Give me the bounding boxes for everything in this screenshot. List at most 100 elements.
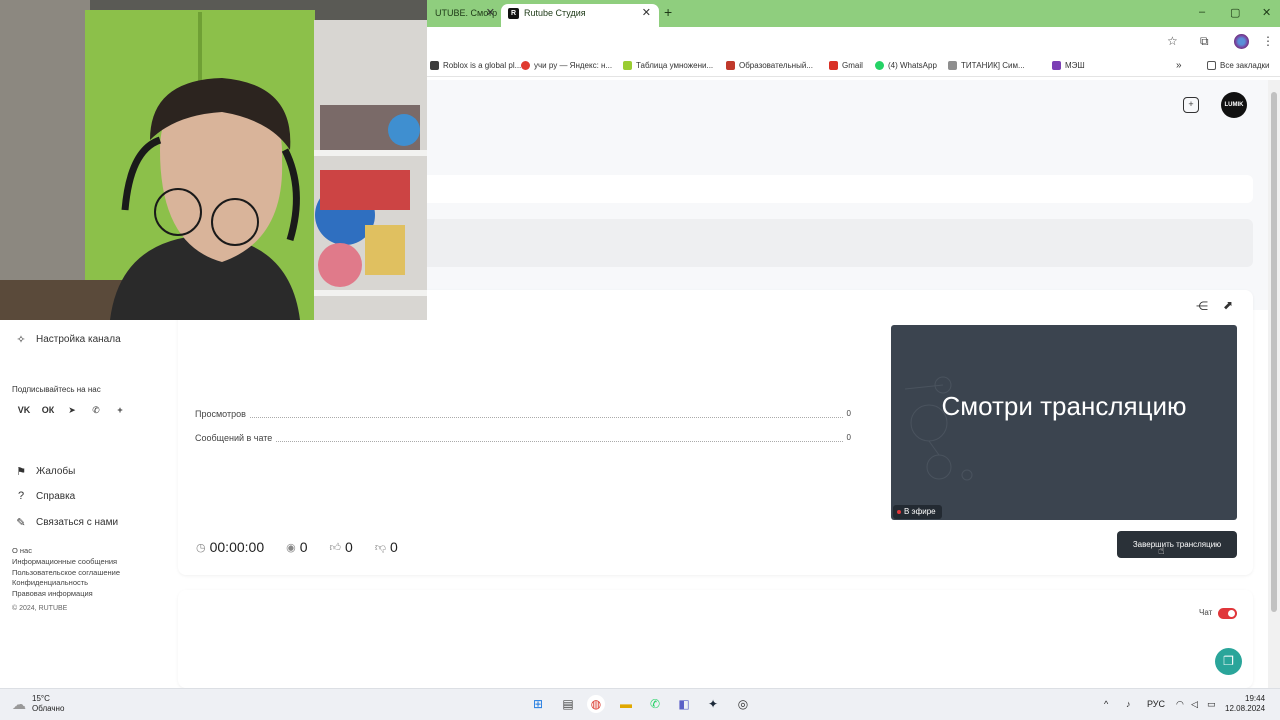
whatsapp-icon[interactable]: ✆	[646, 695, 664, 713]
live-badge: В эфире	[893, 505, 942, 519]
footer-link-privacy[interactable]: Конфиденциальность	[12, 578, 88, 588]
steam-icon[interactable]: ✦	[704, 695, 722, 713]
bookmark-item[interactable]: Образовательный...	[726, 60, 813, 72]
social-links: VK ОК ➤ ✆ +	[12, 405, 132, 416]
hand-cursor-icon: ☝	[1158, 545, 1165, 557]
bookmark-item[interactable]: МЭШ	[1052, 60, 1085, 72]
more-socials-icon[interactable]: +	[108, 405, 132, 416]
scroll-thumb[interactable]	[1271, 92, 1277, 612]
browser-menu-icon[interactable]: ⋮	[1262, 34, 1274, 48]
obs-icon[interactable]: ◎	[734, 695, 752, 713]
system-clock[interactable]: 19:44 12.08.2024	[1225, 694, 1265, 714]
webcam-overlay	[0, 0, 427, 320]
duration-counter: ◷ 00:00:00	[196, 539, 264, 555]
wifi-icon[interactable]: ◠	[1176, 699, 1184, 710]
folder-icon[interactable]: ▬	[617, 695, 635, 713]
browser-profile-avatar[interactable]	[1234, 34, 1249, 49]
stat-label: Просмотров	[195, 409, 249, 419]
windows-start-icon[interactable]: ⊞	[529, 695, 547, 713]
open-external-icon[interactable]: ⬈	[1223, 298, 1233, 312]
mesh-icon	[1052, 61, 1061, 71]
viber-icon[interactable]: ✆	[84, 405, 108, 416]
minimize-icon[interactable]: –	[1199, 6, 1205, 18]
sidebar-item-label: Связаться с нами	[36, 517, 119, 528]
tab-rutube-studio[interactable]: R Rutube Студия ✕	[501, 4, 659, 27]
stat-value: 0	[843, 409, 851, 418]
ok-icon[interactable]: ОК	[36, 405, 60, 416]
tab-rutube-watch[interactable]: UTUBE. Смотр ✕	[427, 4, 499, 27]
new-tab-icon[interactable]: +	[664, 4, 672, 20]
bookmark-favicon-icon	[948, 61, 957, 71]
clock-date: 12.08.2024	[1225, 704, 1266, 713]
battery-icon[interactable]: ▭	[1207, 699, 1216, 710]
bookmarks-overflow-icon[interactable]: »	[1176, 60, 1182, 72]
stream-counters: ◷ 00:00:00 ◉ 0 👍︎ 0 👎︎ 0	[196, 539, 420, 555]
follow-us-label: Подписывайтесь на нас	[12, 385, 101, 394]
stream-preview[interactable]: Смотри трансляцию В эфире	[891, 325, 1237, 520]
add-content-icon[interactable]: +	[1183, 97, 1199, 113]
flag-icon: ⚑	[16, 466, 26, 478]
likes-counter: 👍︎ 0	[330, 539, 353, 555]
leader-dots	[195, 441, 851, 442]
footer-link-legal[interactable]: Правовая информация	[12, 589, 93, 599]
bookmark-star-icon[interactable]: ☆	[1167, 34, 1178, 48]
stat-value: 0	[843, 433, 851, 442]
tab-label: Rutube Студия	[524, 8, 586, 18]
os-taskbar: ☁ 15°C Облачно ⊞ ▤ ◍ ▬ ✆ ◧ ✦ ◎ ^ ♪ РУС ◠…	[0, 688, 1280, 720]
maximize-icon[interactable]: ▢	[1230, 6, 1240, 19]
tab-close-icon[interactable]: ✕	[486, 4, 495, 23]
bookmark-favicon-icon	[726, 61, 735, 71]
help-icon: ?	[17, 490, 25, 502]
tab-close-icon[interactable]: ✕	[642, 4, 651, 23]
bookmark-label: Roblox is a global pl...	[443, 61, 522, 70]
sidebar-item-help[interactable]: ? Справка	[12, 490, 75, 502]
bookmark-favicon-icon	[521, 61, 530, 71]
vk-icon[interactable]: VK	[12, 405, 36, 416]
pencil-icon: ✎	[16, 517, 26, 529]
chrome-icon[interactable]: ◍	[587, 695, 605, 713]
footer-link-about[interactable]: О нас	[12, 546, 32, 556]
sidebar-item-complaints[interactable]: ⚑ Жалобы	[12, 465, 75, 478]
all-bookmarks-button[interactable]: Все закладки	[1207, 60, 1269, 72]
end-stream-button[interactable]: Завершить трансляцию	[1117, 531, 1237, 558]
sidebar-item-channel-settings[interactable]: ✧ Настройка канала	[12, 333, 120, 346]
extensions-icon[interactable]: ⧉	[1200, 34, 1209, 49]
weather-widget[interactable]: ☁ 15°C Облачно	[12, 694, 64, 714]
sidebar-item-label: Справка	[36, 490, 76, 502]
bookmark-item[interactable]: учи ру — Яндекс: н...	[521, 60, 612, 72]
teams-icon[interactable]: ◧	[675, 695, 693, 713]
share-icon[interactable]: ⋲	[1196, 299, 1208, 313]
thumbs-down-icon: 👎︎	[374, 541, 386, 554]
file-manager-icon[interactable]: ▤	[559, 695, 577, 713]
sidebar: ✧ Настройка канала Подписывайтесь на нас…	[0, 320, 178, 688]
volume-icon[interactable]: ◁	[1191, 699, 1198, 710]
magic-wand-icon: ✧	[16, 334, 26, 346]
all-bookmarks-label: Все закладки	[1220, 61, 1270, 70]
footer-link-info[interactable]: Информационные сообщения	[12, 557, 117, 567]
support-chat-icon[interactable]: ❐	[1215, 648, 1242, 675]
dislikes-value: 0	[389, 539, 398, 555]
preview-decoration	[904, 376, 973, 481]
microphone-icon[interactable]: ♪	[1126, 699, 1131, 709]
stat-chat-messages: Сообщений в чате 0	[195, 433, 851, 445]
bookmark-item[interactable]: Таблица умножени...	[623, 60, 713, 72]
bookmark-item[interactable]: ТИТАНИК] Сим...	[948, 60, 1025, 72]
bookmark-item[interactable]: Roblox is a global pl...	[430, 60, 521, 72]
duration-value: 00:00:00	[209, 539, 265, 555]
close-window-icon[interactable]: ✕	[1262, 6, 1271, 19]
chat-toggle[interactable]	[1218, 608, 1237, 619]
bookmark-item[interactable]: (4) WhatsApp	[875, 60, 937, 72]
leader-dots	[195, 417, 851, 418]
footer-link-terms[interactable]: Пользовательское соглашение	[12, 568, 120, 578]
address-bar[interactable]	[428, 31, 1190, 52]
weather-text: 15°C Облачно	[32, 694, 64, 714]
sidebar-item-contact[interactable]: ✎ Связаться с нами	[12, 516, 118, 529]
page-scrollbar[interactable]	[1268, 80, 1280, 688]
telegram-icon[interactable]: ➤	[60, 405, 84, 416]
clock-icon: ◷	[196, 541, 206, 554]
user-avatar[interactable]: LUMIK	[1221, 92, 1247, 118]
tray-overflow-icon[interactable]: ^	[1104, 699, 1108, 709]
language-indicator[interactable]: РУС	[1147, 699, 1165, 709]
viewer-icon: ◉	[286, 541, 296, 554]
bookmark-item[interactable]: Gmail	[829, 60, 863, 72]
